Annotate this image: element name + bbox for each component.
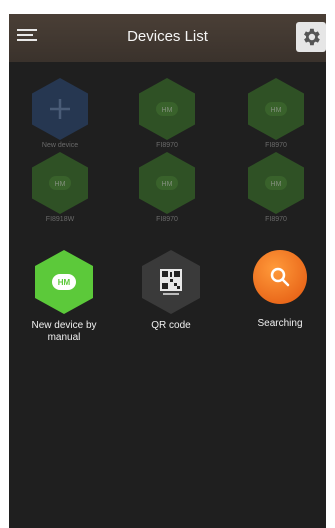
searching-button[interactable]: Searching	[235, 250, 325, 330]
device-tile[interactable]: HM FI8970	[122, 78, 212, 149]
app-screen: Devices List New device HM FI8970 HM FI8…	[9, 14, 326, 528]
svg-text:HM: HM	[162, 107, 173, 114]
gear-icon	[304, 28, 320, 46]
hm-add-icon: HM	[35, 250, 93, 314]
svg-text:HM: HM	[162, 181, 173, 188]
device-tile[interactable]: HM FI8970	[122, 152, 212, 223]
hm-camera-icon: HM	[248, 78, 304, 140]
qr-code-icon	[142, 250, 200, 314]
hm-camera-icon: HM	[248, 152, 304, 214]
device-label: FI8970	[156, 216, 178, 223]
qr-code-button[interactable]: QR code	[126, 250, 216, 332]
hm-camera-icon: HM	[139, 152, 195, 214]
action-label: Searching	[257, 318, 303, 329]
device-label: FI8970	[156, 142, 178, 149]
page-title: Devices List	[127, 28, 208, 45]
new-device-by-manual-button[interactable]: HM New device by manual	[19, 250, 109, 344]
hm-camera-icon: HM	[32, 152, 88, 214]
device-label: FI8918W	[45, 216, 75, 223]
device-tile-new-device[interactable]: New device	[15, 78, 105, 149]
device-label: FI8970	[265, 142, 287, 149]
device-tile[interactable]: HM FI8970	[231, 78, 321, 149]
magnifier-icon	[253, 250, 307, 304]
device-label: New device	[41, 142, 79, 149]
plus-icon	[32, 78, 88, 140]
device-label: FI8970	[265, 216, 287, 223]
svg-text:HM: HM	[58, 278, 71, 287]
device-tile[interactable]: HM FI8918W	[15, 152, 105, 223]
svg-text:HM: HM	[271, 107, 282, 114]
svg-text:HM: HM	[55, 181, 66, 188]
settings-button[interactable]	[296, 22, 326, 52]
device-tile[interactable]: HM FI8970	[231, 152, 321, 223]
title-bar: Devices List	[9, 14, 326, 62]
svg-text:HM: HM	[271, 181, 282, 188]
hm-camera-icon: HM	[139, 78, 195, 140]
action-label: QR code	[151, 320, 191, 331]
action-label: New device by manual	[31, 320, 97, 343]
